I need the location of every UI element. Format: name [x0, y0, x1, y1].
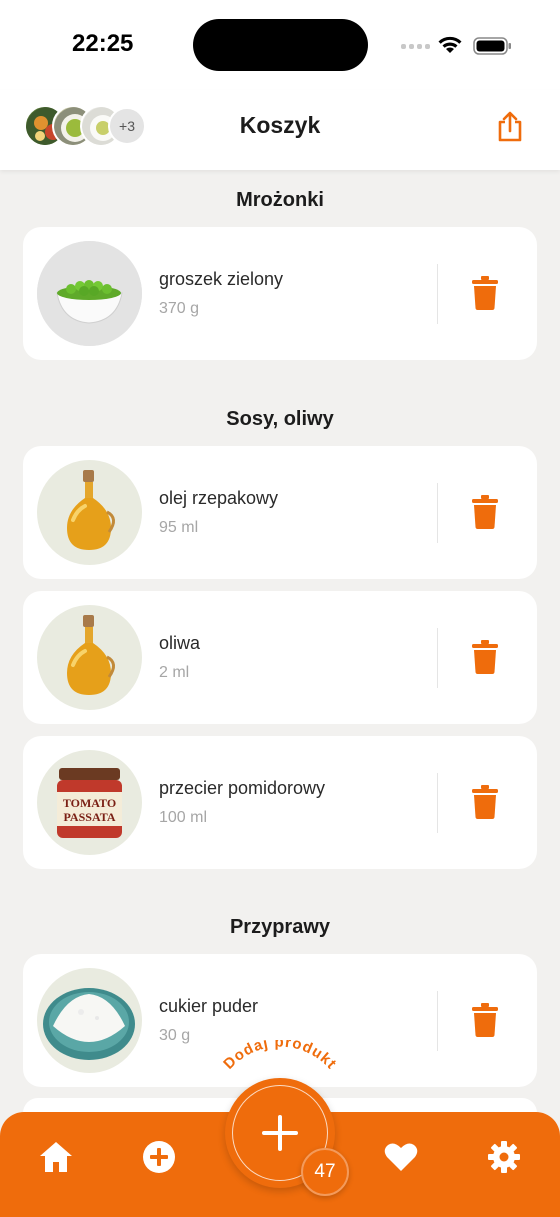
- product-image: TOMATO PASSATA: [37, 750, 142, 855]
- product-name: cukier puder: [159, 996, 259, 1016]
- section-title: Sosy, oliwy: [226, 408, 334, 430]
- product-quantity: 100 ml: [159, 809, 208, 826]
- divider: [437, 264, 438, 324]
- settings-icon[interactable]: [486, 1139, 522, 1175]
- divider: [437, 991, 438, 1051]
- svg-text:Dodaj produkt: Dodaj produkt: [220, 1040, 340, 1073]
- divider: [437, 483, 438, 543]
- product-name: oliwa: [159, 633, 201, 653]
- trash-icon[interactable]: [472, 785, 498, 819]
- add-product-text: Dodaj produkt: [220, 1040, 339, 1073]
- list-item[interactable]: groszek zielony 370 g: [23, 227, 537, 360]
- section-title: Przyprawy: [229, 916, 331, 938]
- wifi-icon: [438, 36, 462, 53]
- product-name: groszek zielony: [159, 269, 284, 289]
- product-quantity: 370 g: [159, 300, 200, 317]
- product-quantity: 2 ml: [159, 664, 190, 681]
- divider: [437, 628, 438, 688]
- cart-count-badge: 47: [301, 1148, 349, 1196]
- plus-icon: [262, 1115, 298, 1151]
- list-item[interactable]: TOMATO PASSATA przecier pomidorowy 100 m…: [23, 736, 537, 869]
- product-image: [37, 460, 142, 565]
- product-image: [37, 605, 142, 710]
- product-quantity: 30 g: [159, 1027, 191, 1044]
- trash-icon[interactable]: [472, 640, 498, 674]
- cellular-signal-icon: [401, 44, 430, 49]
- product-image: [37, 241, 142, 346]
- list-item[interactable]: olej rzepakowy 95 ml: [23, 446, 537, 579]
- product-quantity: 95 ml: [159, 519, 199, 536]
- product-image: [37, 968, 142, 1073]
- trash-icon[interactable]: [472, 276, 498, 310]
- heart-icon[interactable]: [383, 1139, 419, 1175]
- share-icon[interactable]: [496, 110, 524, 142]
- jar-label: TOMATO: [63, 796, 116, 810]
- divider: [437, 773, 438, 833]
- product-name: olej rzepakowy: [159, 488, 279, 508]
- status-time: 22:25: [72, 30, 134, 57]
- add-circle-icon[interactable]: [141, 1139, 177, 1175]
- dynamic-island: [193, 19, 368, 71]
- section-title: Mrożonki: [236, 189, 324, 211]
- trash-icon[interactable]: [472, 495, 498, 529]
- list-item[interactable]: oliwa 2 ml: [23, 591, 537, 724]
- home-icon[interactable]: [38, 1139, 74, 1175]
- jar-label: PASSATA: [63, 810, 115, 824]
- trash-icon[interactable]: [472, 1003, 498, 1037]
- page-title: Koszyk: [239, 112, 321, 138]
- product-name: przecier pomidorowy: [159, 778, 326, 798]
- header: +3 Koszyk: [0, 90, 560, 170]
- status-bar: 22:25: [0, 0, 560, 90]
- battery-icon: [473, 37, 511, 55]
